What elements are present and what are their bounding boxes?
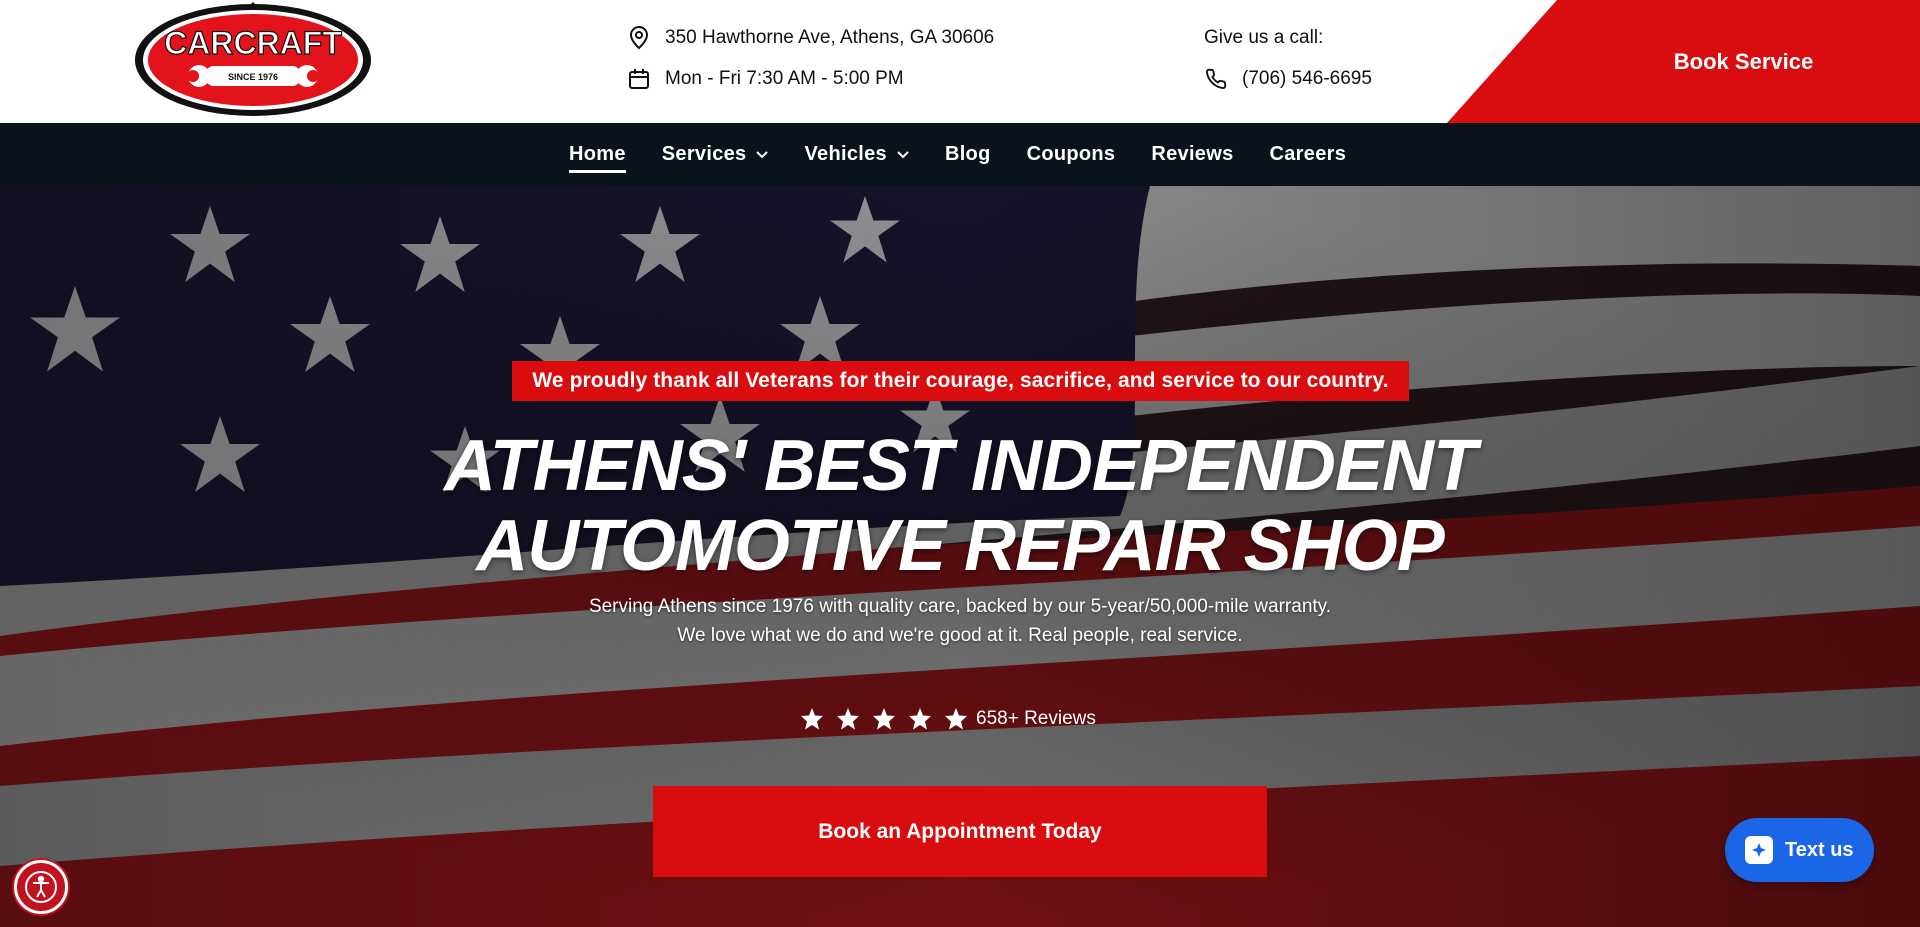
top-header: CARCRAFT SINCE 1976 350 Hawthorne Ave, A… xyxy=(0,0,1920,123)
nav-item-vehicles[interactable]: Vehicles xyxy=(804,143,909,166)
nav-item-services[interactable]: Services xyxy=(662,143,769,166)
text-us-button[interactable]: Text us xyxy=(1725,818,1874,882)
star-icon xyxy=(909,708,931,730)
location-pin-icon xyxy=(627,26,651,50)
nav-item-coupons[interactable]: Coupons xyxy=(1027,143,1116,166)
headline-line-1: ATHENS' BEST INDEPENDENT xyxy=(444,426,1477,506)
nav-label: Blog xyxy=(944,143,991,165)
svg-text:CARCRAFT: CARCRAFT xyxy=(164,25,342,61)
address-row: 350 Hawthorne Ave, Athens, GA 30606 xyxy=(627,26,994,50)
book-appointment-button[interactable]: Book an Appointment Today xyxy=(653,786,1267,877)
nav-item-blog[interactable]: Blog xyxy=(945,143,991,166)
headline-line-2: AUTOMOTIVE REPAIR SHOP xyxy=(476,506,1444,586)
nav-label: Vehicles xyxy=(804,143,887,165)
phone-icon xyxy=(1204,67,1228,91)
nav-label: Coupons xyxy=(1026,143,1116,165)
accessibility-button[interactable] xyxy=(14,860,68,914)
nav-label: Reviews xyxy=(1151,143,1234,165)
chevron-down-icon xyxy=(897,150,909,159)
hero-subtext: Serving Athens since 1976 with quality c… xyxy=(0,592,1920,650)
nav-label: Home xyxy=(569,143,626,165)
call-label: Give us a call: xyxy=(1204,27,1324,48)
hero-headline: ATHENS' BEST INDEPENDENT AUTOMOTIVE REPA… xyxy=(0,426,1920,586)
book-service-button[interactable]: Book Service xyxy=(1447,0,1920,123)
calendar-icon xyxy=(627,67,651,91)
hours-row: Mon - Fri 7:30 AM - 5:00 PM xyxy=(627,67,904,91)
phone-link[interactable]: (706) 546-6695 xyxy=(1204,67,1372,91)
nav-label: Services xyxy=(661,143,747,165)
hero-section: We proudly thank all Veterans for their … xyxy=(0,186,1920,927)
star-icon xyxy=(801,708,823,730)
nav-item-reviews[interactable]: Reviews xyxy=(1151,143,1233,166)
phone-number: (706) 546-6695 xyxy=(1242,68,1372,89)
hours-text: Mon - Fri 7:30 AM - 5:00 PM xyxy=(665,68,904,89)
star-icon xyxy=(837,708,859,730)
svg-text:SINCE 1976: SINCE 1976 xyxy=(228,72,278,82)
accessibility-icon xyxy=(25,871,57,903)
star-icon xyxy=(873,708,895,730)
veterans-banner: We proudly thank all Veterans for their … xyxy=(512,361,1409,401)
reviews-rating[interactable]: 658+ Reviews xyxy=(800,707,1096,731)
reviews-count: 658+ Reviews xyxy=(976,708,1096,729)
nav-label: Careers xyxy=(1269,143,1347,165)
subtext-line-1: Serving Athens since 1976 with quality c… xyxy=(588,596,1332,617)
chat-bubble-icon xyxy=(1745,836,1773,864)
main-nav: Home Services Vehicles Blog Coupons Revi… xyxy=(0,123,1920,186)
address-text: 350 Hawthorne Ave, Athens, GA 30606 xyxy=(665,27,995,48)
carcraft-logo[interactable]: CARCRAFT SINCE 1976 xyxy=(133,2,373,118)
chevron-down-icon xyxy=(756,150,769,159)
nav-item-careers[interactable]: Careers xyxy=(1270,143,1347,166)
nav-item-home[interactable]: Home xyxy=(569,143,626,173)
subtext-line-2: We love what we do and we're good at it.… xyxy=(677,625,1243,646)
text-us-label: Text us xyxy=(1785,838,1854,861)
star-icon xyxy=(945,708,967,730)
